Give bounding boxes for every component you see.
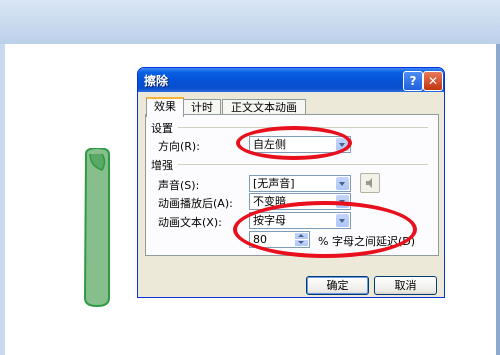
window-edge bbox=[496, 44, 500, 355]
animate-text-label: 动画文本(X): bbox=[158, 216, 222, 229]
close-button[interactable]: ✕ bbox=[423, 71, 443, 91]
help-button[interactable]: ? bbox=[403, 71, 423, 91]
sound-select[interactable]: [无声音] bbox=[249, 175, 351, 192]
highlight-ellipse-animate-text bbox=[233, 201, 417, 258]
settings-group-label: 设置 bbox=[151, 122, 173, 135]
scroll-shape[interactable] bbox=[82, 148, 112, 308]
sound-label: 声音(S): bbox=[158, 179, 200, 192]
direction-label: 方向(R): bbox=[158, 140, 200, 153]
enhancements-group-label: 增强 bbox=[151, 159, 173, 172]
dialog-title: 擦除 bbox=[144, 74, 169, 88]
tab-timing[interactable]: 计时 bbox=[183, 99, 221, 115]
ok-button[interactable]: 确定 bbox=[306, 276, 369, 295]
sound-preview-button[interactable] bbox=[360, 173, 380, 193]
after-animation-label: 动画播放后(A): bbox=[158, 197, 233, 210]
tab-effect[interactable]: 效果 bbox=[146, 97, 184, 117]
ribbon-background bbox=[0, 0, 500, 44]
tab-text-animation[interactable]: 正文文本动画 bbox=[222, 99, 306, 115]
sound-select-value: [无声音] bbox=[253, 177, 295, 190]
chevron-down-icon[interactable] bbox=[336, 177, 349, 190]
enhancements-separator bbox=[178, 164, 428, 165]
wipe-effect-dialog: 擦除 ? ✕ 效果 计时 正文文本动画 设置 方向(R): 自左侧 增强 声音(… bbox=[137, 67, 445, 298]
dialog-titlebar[interactable]: 擦除 ? ✕ bbox=[138, 68, 444, 92]
speaker-icon bbox=[366, 178, 372, 188]
highlight-ellipse-direction bbox=[236, 126, 352, 160]
cancel-button[interactable]: 取消 bbox=[374, 276, 437, 295]
